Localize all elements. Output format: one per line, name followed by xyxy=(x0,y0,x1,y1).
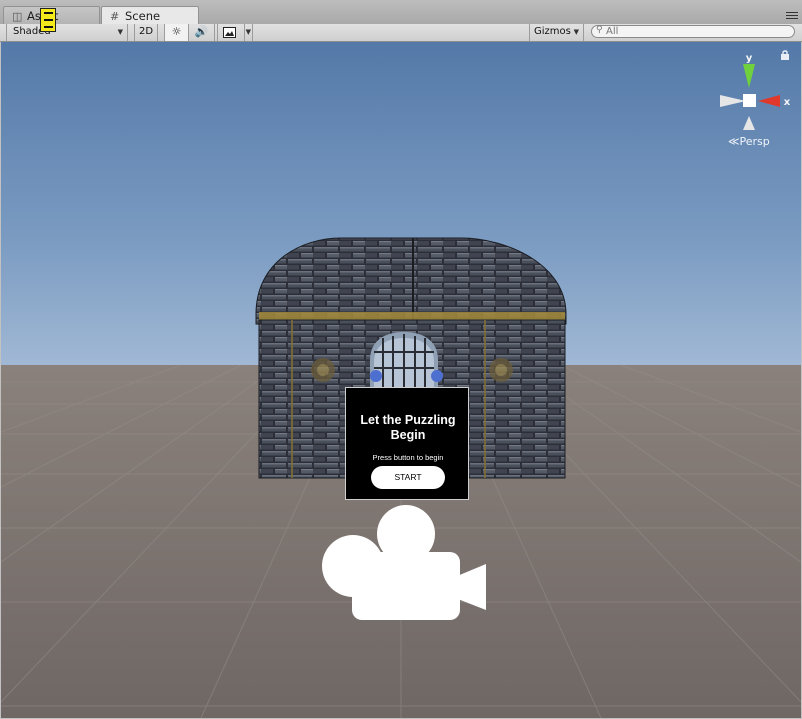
image-icon xyxy=(223,27,236,38)
axis-label-x: x xyxy=(784,97,791,108)
shading-mode-dropdown[interactable]: Shaded ▼ xyxy=(6,24,128,41)
tab-scene[interactable]: # Scene xyxy=(101,6,199,25)
axis-y-cone[interactable] xyxy=(743,64,755,88)
start-button[interactable]: START xyxy=(371,466,445,489)
axis-x-cone[interactable] xyxy=(758,95,780,107)
dropdown-arrow-icon: ▼ xyxy=(117,28,123,36)
sun-icon: ☼ xyxy=(171,25,182,38)
gizmos-dropdown[interactable]: Gizmos ▼ xyxy=(529,24,584,41)
effects-toggle-button[interactable] xyxy=(217,24,245,41)
menu-title: Let the Puzzling Begin xyxy=(360,413,456,442)
start-menu-canvas[interactable]: Let the Puzzling Begin Press button to b… xyxy=(345,387,469,500)
menu-subtitle: Press button to begin xyxy=(372,453,444,462)
effects-dropdown-button[interactable]: ▼ xyxy=(245,24,253,41)
axis-label-y: y xyxy=(746,53,753,64)
audio-toggle-button[interactable]: 🔊 xyxy=(189,24,215,41)
lock-icon[interactable] xyxy=(780,50,790,60)
speaker-icon: 🔊 xyxy=(194,25,209,38)
projection-label[interactable]: ≪Persp xyxy=(728,135,770,148)
search-icon: ⚲ xyxy=(596,25,603,35)
perspective-icon: ≪ xyxy=(728,135,740,148)
scene-toolbar: Shaded ▼ 2D ☼ 🔊 ▼ Gizmos ▼ ⚲ xyxy=(0,24,802,42)
hierarchy-search[interactable]: ⚲ xyxy=(591,25,795,38)
tab-label: Scene xyxy=(125,9,161,23)
camera-icon[interactable] xyxy=(320,504,490,629)
step-number-badge xyxy=(40,8,56,32)
lighting-toggle-button[interactable]: ☼ xyxy=(164,24,189,41)
gizmo-center-cube[interactable] xyxy=(743,94,756,107)
tab-menu-icon[interactable] xyxy=(786,12,798,22)
dropdown-arrow-icon: ▼ xyxy=(245,28,251,36)
dropdown-arrow-icon: ▼ xyxy=(573,28,579,36)
search-input[interactable] xyxy=(606,26,786,37)
axis-neg-y-cone[interactable] xyxy=(743,116,755,130)
axis-neg-x-cone[interactable] xyxy=(720,95,746,107)
toggle-2d-button[interactable]: 2D xyxy=(134,24,158,41)
projection-text: Persp xyxy=(739,135,770,148)
scene-viewport[interactable]: Let the Puzzling Begin Press button to b… xyxy=(1,42,801,718)
tab-bar: ◫Asset Store #Scene xyxy=(0,0,802,42)
gizmos-label: Gizmos xyxy=(534,26,571,37)
